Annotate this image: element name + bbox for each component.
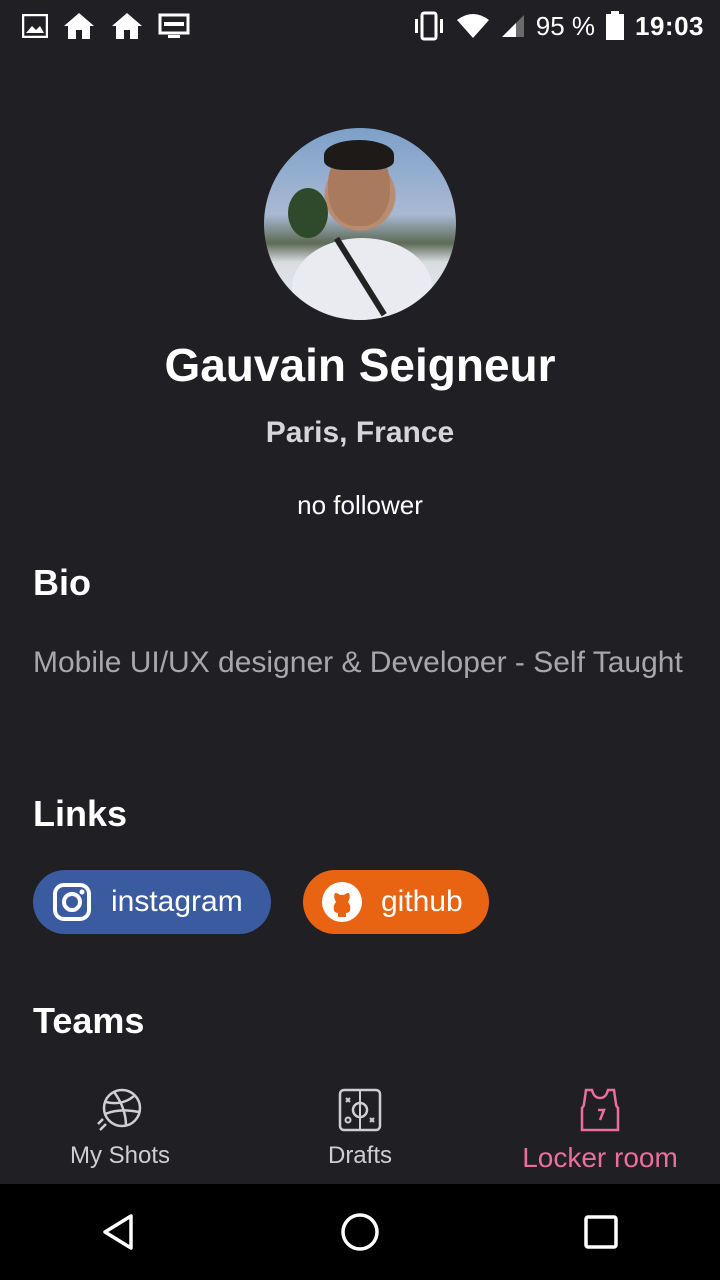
status-time: 19:03	[635, 10, 704, 41]
bottom-navigation: My Shots Drafts Locker room	[0, 1072, 720, 1184]
cell-signal-icon	[501, 15, 524, 37]
recents-icon[interactable]	[581, 1212, 621, 1252]
status-bar-left	[22, 11, 190, 41]
battery-icon	[606, 11, 624, 40]
jersey-icon	[580, 1088, 620, 1132]
profile-name: Gauvain Seigneur	[164, 339, 556, 391]
instagram-link-button[interactable]: instagram	[33, 870, 271, 934]
links-title: Links	[33, 793, 128, 834]
profile-location: Paris, France	[265, 416, 455, 449]
cast-icon	[158, 13, 190, 38]
battery-percent: 95 %	[535, 10, 595, 41]
github-link-label: github	[381, 885, 463, 918]
nav-label-locker-room: Locker room	[522, 1142, 678, 1173]
wifi-icon	[456, 14, 489, 38]
vibrate-icon	[414, 11, 443, 41]
profile-header: Gauvain Seigneur Paris, France no follow…	[0, 128, 720, 521]
nav-item-drafts[interactable]: Drafts	[240, 1072, 480, 1184]
home-icon	[64, 13, 94, 39]
status-bar: 95 % 19:03	[0, 0, 720, 52]
bio-title: Bio	[33, 562, 91, 603]
home-circle-icon[interactable]	[338, 1210, 382, 1254]
follower-count[interactable]: no follower	[0, 490, 720, 521]
teams-title: Teams	[33, 1000, 145, 1041]
drafts-board-icon	[338, 1088, 382, 1132]
gallery-icon	[22, 14, 48, 38]
home-icon	[112, 13, 142, 39]
nav-label-my-shots: My Shots	[69, 1142, 171, 1169]
back-icon[interactable]	[99, 1212, 139, 1252]
instagram-icon	[51, 881, 93, 923]
github-link-button[interactable]: github	[303, 870, 489, 934]
nav-item-locker-room[interactable]: Locker room	[480, 1072, 720, 1184]
github-icon	[321, 881, 363, 923]
avatar[interactable]	[264, 128, 456, 320]
instagram-link-label: instagram	[111, 885, 243, 918]
bio-text: Mobile UI/UX designer & Developer - Self…	[33, 646, 683, 679]
nav-label-drafts: Drafts	[327, 1142, 392, 1169]
system-navigation-bar	[0, 1184, 720, 1280]
dribbble-ball-icon	[97, 1088, 142, 1131]
nav-item-my-shots[interactable]: My Shots	[0, 1072, 240, 1184]
links-list: instagram github	[33, 870, 489, 934]
status-bar-right: 95 % 19:03	[412, 11, 704, 42]
